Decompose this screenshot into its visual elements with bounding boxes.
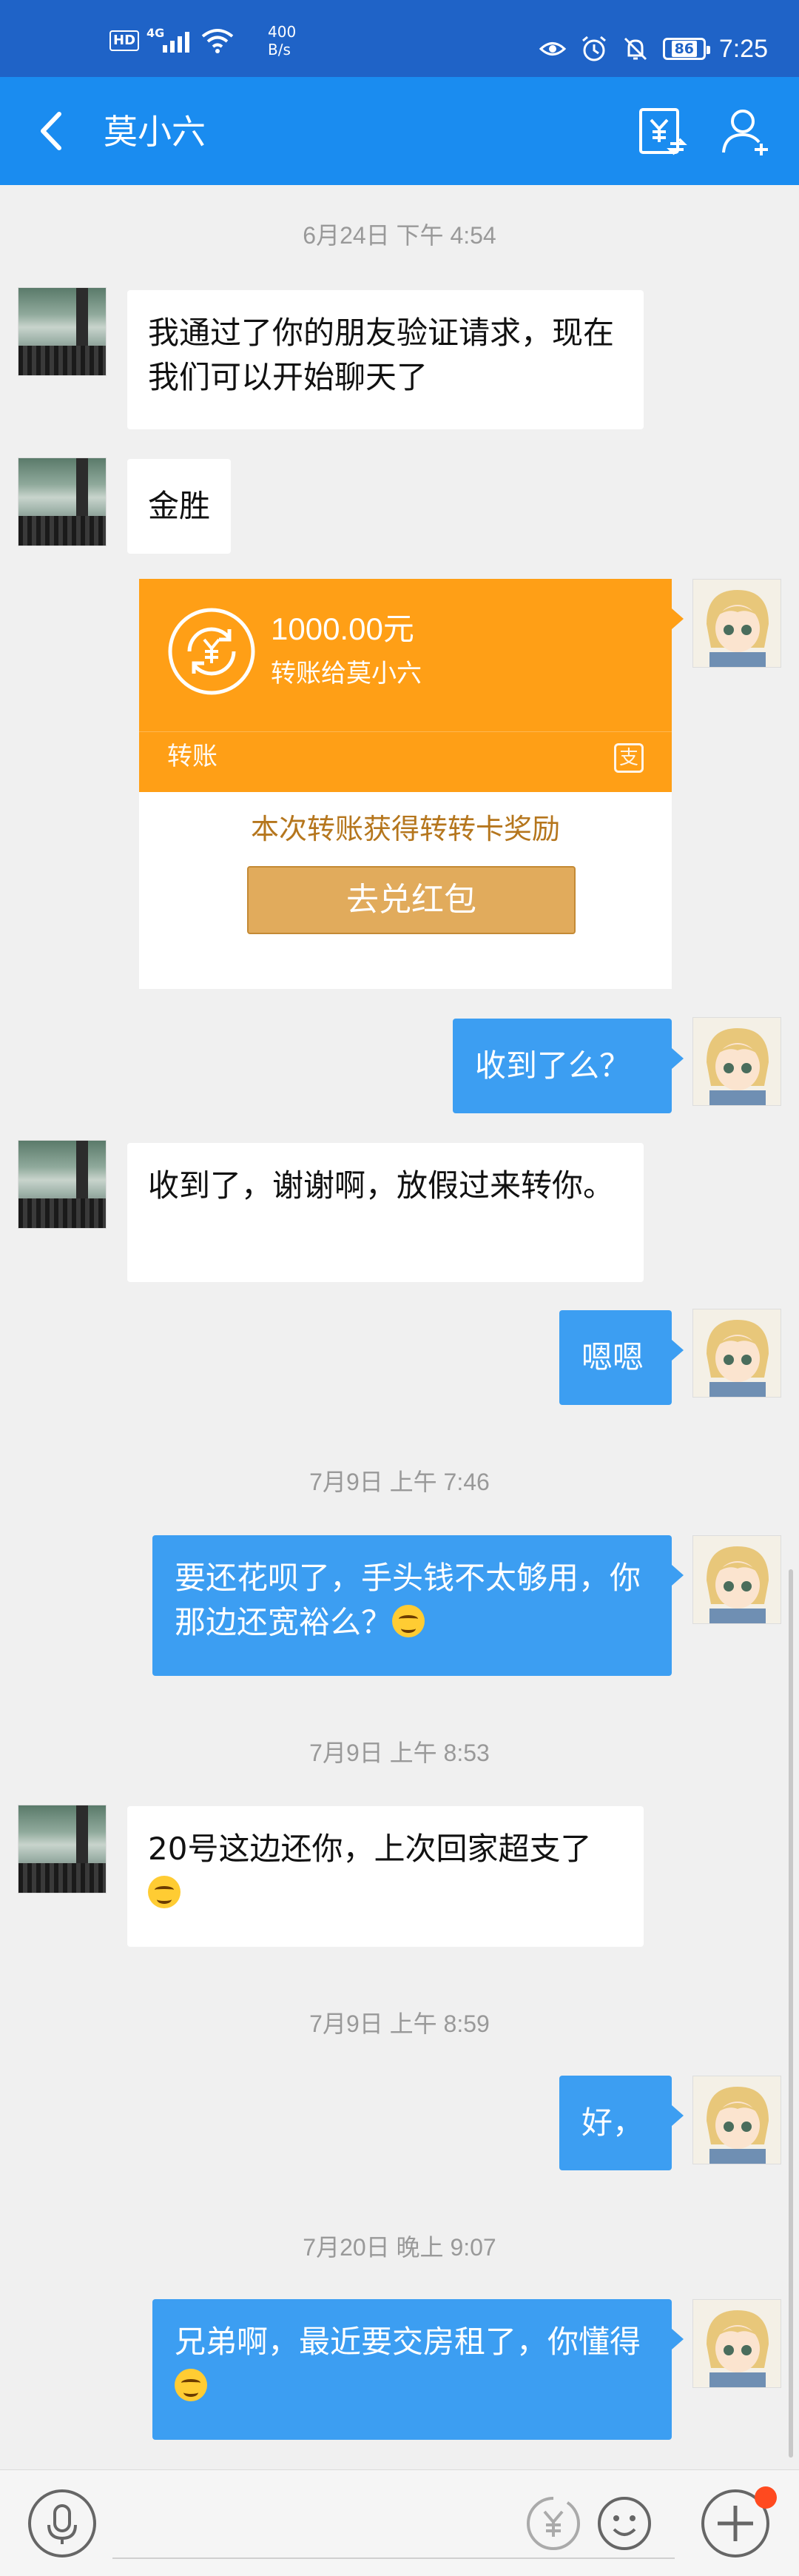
network-type: 4G [146,26,165,40]
emoji-icon [392,1605,425,1637]
timestamp: 7月20日 晚上 9:07 [303,2234,496,2261]
transfer-money-icon[interactable] [633,104,690,160]
timestamp: 6月24日 下午 4:54 [303,222,496,249]
incoming-message[interactable]: 20号这边还你，上次回家超支了 [127,1806,644,1947]
transfer-amount: 1000.00元 [271,611,414,646]
my-avatar[interactable] [692,1535,781,1624]
yuan-circle-icon [168,608,255,695]
contact-avatar[interactable] [18,457,107,546]
emoji-icon [148,1876,181,1908]
notification-dot [755,2486,777,2509]
contact-avatar[interactable] [18,287,107,376]
transfer-label: 转账 [167,742,218,771]
outgoing-message[interactable]: 兄弟啊，最近要交房租了，你懂得 [152,2299,684,2440]
status-right: 86 7:25 [539,28,768,70]
contact-name: 莫小六 [104,112,206,152]
hd-badge: HD [109,30,140,51]
incoming-message[interactable]: 金胜 [127,459,232,554]
chat-header: 莫小六 [0,77,799,185]
redeem-red-packet-button[interactable]: 去兑红包 [247,866,576,934]
speed-unit: B/s [268,41,291,58]
battery-level: 86 [671,41,698,57]
contact-avatar[interactable] [18,1805,107,1894]
reward-text: 本次转账获得转转卡奖励 [250,813,560,845]
divider [139,731,672,732]
transfer-card-header[interactable]: 1000.00元 转账给莫小六 转账 支 [139,579,684,792]
signal-icon: 4G [146,26,194,56]
speed-value: 400 [268,23,297,41]
status-left: HD 4G 400 B/s [109,22,296,59]
outgoing-message[interactable]: 好， [559,2076,684,2170]
transfer-card[interactable]: 1000.00元 转账给莫小六 转账 支 本次转账获得转转卡奖励 去兑红包 [139,579,684,989]
network-speed: 400 B/s [268,23,296,58]
outgoing-message[interactable]: 收到了么？ [453,1019,684,1113]
timestamp: 7月9日 上午 7:46 [309,1469,490,1495]
contact-avatar[interactable] [18,1140,107,1229]
incoming-message[interactable]: 我通过了你的朋友验证请求，现在我们可以开始聊天了 [127,290,644,429]
transfer-recipient: 转账给莫小六 [271,659,422,688]
clock: 7:25 [718,34,768,63]
mute-bell-icon [624,37,647,61]
wifi-icon [201,29,234,53]
message-text: 20号这边还你，上次回家超支了 [148,1831,592,1867]
incoming-message[interactable]: 收到了，谢谢啊，放假过来转你。 [127,1143,644,1282]
profile-icon[interactable] [718,104,774,160]
my-avatar[interactable] [692,2076,781,2164]
my-avatar[interactable] [692,579,781,668]
battery-icon: 86 [662,38,710,60]
alipay-logo-icon: 支 [614,743,644,773]
transfer-reward-section: 本次转账获得转转卡奖励 去兑红包 [139,792,672,989]
timestamp: 7月9日 上午 8:59 [309,2010,490,2037]
smiley-icon[interactable] [589,2488,660,2559]
status-bar: HD 4G 400 B/s 86 7:25 [0,0,799,77]
back-arrow-icon[interactable] [27,105,78,157]
outgoing-message[interactable]: 要还花呗了，手头钱不太够用，你那边还宽裕么？ [152,1535,684,1676]
yuan-icon[interactable] [518,2488,589,2559]
my-avatar[interactable] [692,1309,781,1398]
my-avatar[interactable] [692,1017,781,1106]
alarm-icon [581,36,606,61]
eye-icon [539,42,567,56]
scrollbar[interactable] [789,1569,793,2458]
message-text: 兄弟啊，最近要交房租了，你懂得 [175,2324,641,2360]
input-bar [0,2469,799,2576]
outgoing-message[interactable]: 嗯嗯 [559,1310,684,1405]
emoji-icon [175,2369,207,2401]
my-avatar[interactable] [692,2299,781,2388]
microphone-icon[interactable] [27,2488,98,2559]
timestamp: 7月9日 上午 8:53 [309,1740,490,1766]
